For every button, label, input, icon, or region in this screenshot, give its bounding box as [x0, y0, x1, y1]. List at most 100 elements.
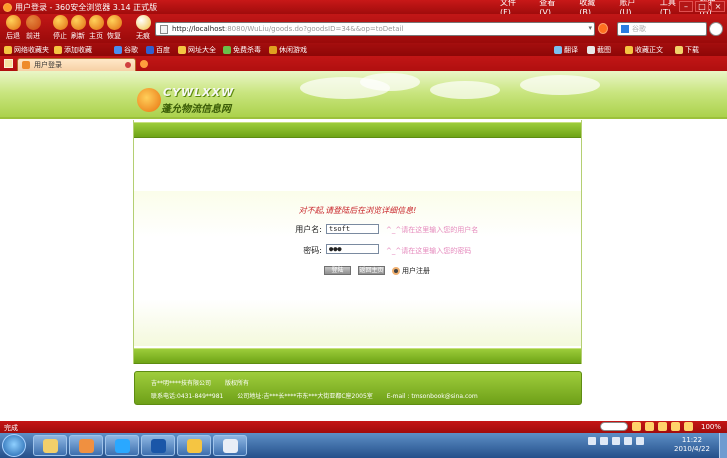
task-ie[interactable] [105, 435, 139, 456]
save-article-button[interactable]: 收藏正文 [625, 45, 663, 55]
folder-icon [43, 439, 58, 453]
network-icon[interactable] [612, 437, 620, 445]
tray-app-icon[interactable] [636, 437, 644, 445]
security-icon[interactable] [632, 422, 641, 431]
username-label: 用户名: [295, 225, 322, 234]
address-bar[interactable]: http://localhost:8080/WuLiu/goods.do?goo… [155, 22, 595, 36]
back-label: 后退 [6, 32, 20, 40]
tab-title: 用户登录 [34, 61, 62, 69]
article-icon [625, 46, 633, 54]
task-media[interactable] [69, 435, 103, 456]
maximize-icon[interactable]: □ [695, 1, 709, 12]
page-list-icon[interactable] [4, 59, 13, 68]
password-field[interactable]: ●●● [326, 244, 379, 254]
go-icon[interactable] [598, 23, 608, 34]
incognito-label: 无痕 [136, 32, 150, 40]
tab-bar: 用户登录 [0, 56, 727, 71]
screenshot-button[interactable]: 截图 [587, 45, 611, 55]
show-desktop-button[interactable] [719, 433, 727, 458]
stop-label: 停止 [53, 32, 67, 40]
status-icons [600, 422, 693, 431]
clock-time: 11:22 [681, 436, 703, 444]
baidu-icon [146, 46, 154, 54]
password-hint: ^_^请在这里输入您的密码 [386, 247, 472, 255]
banner-divider [0, 117, 727, 119]
register-link[interactable]: 用户注册 [392, 266, 430, 276]
site-logo[interactable]: CYWLXXW 蓬允物流信息网 [137, 86, 247, 116]
fav-games[interactable]: 休闲游戏 [269, 45, 307, 55]
forward-button[interactable]: 前进 [22, 15, 44, 41]
logo-text-en: CYWLXXW [163, 86, 235, 99]
task-app[interactable] [141, 435, 175, 456]
task-document[interactable] [213, 435, 247, 456]
google-icon [114, 46, 122, 54]
close-icon[interactable]: × [711, 1, 725, 12]
window-icon[interactable] [658, 422, 667, 431]
minimize-icon[interactable]: – [679, 1, 693, 12]
media-player-icon [79, 439, 94, 453]
taskbar: 11:22 2010/4/22 [0, 433, 727, 458]
status-bar: 完成 100% [0, 421, 727, 433]
restore-button[interactable]: 恢复 [103, 15, 125, 41]
browser-360-icon [187, 439, 202, 453]
language-icon[interactable] [588, 437, 596, 445]
fav-label: 百度 [156, 46, 170, 54]
fav-label: 谷歌 [124, 46, 138, 54]
back-button[interactable]: 后退 [2, 15, 24, 41]
refresh-label: 刷新 [71, 32, 85, 40]
login-button[interactable]: 登陆 [324, 266, 351, 275]
footer-address: 公司地址:吉***长****市东***大街亚都C座2005室 [237, 393, 373, 400]
tool-label: 翻译 [564, 46, 578, 54]
content-frame: 对不起,请登陆后在浏览详细信息! 用户名: tsoft ^_^请在这里输入您的用… [133, 120, 582, 364]
download-icon [675, 46, 683, 54]
music-icon[interactable] [684, 422, 693, 431]
google-icon [621, 25, 629, 33]
start-button[interactable] [2, 434, 26, 457]
fav-network[interactable]: 网络收藏夹 [4, 45, 49, 55]
download-button[interactable]: 下载 [675, 45, 699, 55]
fav-google[interactable]: 谷歌 [114, 45, 138, 55]
search-icon[interactable] [709, 22, 723, 36]
password-label: 密码: [303, 246, 322, 255]
logo-swirl-icon [137, 88, 161, 112]
username-field[interactable]: tsoft [326, 224, 379, 234]
fav-antivirus[interactable]: 免费杀毒 [223, 45, 261, 55]
scissors-icon [587, 46, 595, 54]
cloud-decoration [520, 75, 600, 95]
window-title: 用户登录 - 360安全浏览器 3.14 正式版 [15, 2, 158, 12]
download-status-icon[interactable] [645, 422, 654, 431]
new-tab-icon[interactable] [140, 60, 148, 68]
cloud-decoration [430, 81, 500, 99]
mode-toggle-icon[interactable] [600, 422, 628, 431]
app-icon [151, 439, 166, 453]
task-browser[interactable] [177, 435, 211, 456]
fav-baidu[interactable]: 百度 [146, 45, 170, 55]
zoom-level[interactable]: 100% [701, 423, 721, 431]
window-controls: – □ × [679, 1, 725, 12]
browser-logo-icon [3, 2, 12, 12]
fav-add[interactable]: 添加收藏 [54, 45, 92, 55]
system-tray [588, 437, 644, 445]
volume-icon[interactable] [624, 437, 632, 445]
network-favorites-icon [4, 46, 12, 54]
user-icon [392, 267, 400, 275]
go-buttons [598, 23, 608, 34]
address-dropdown-icon[interactable]: ▾ [588, 24, 592, 32]
incognito-button[interactable]: 无痕 [132, 15, 154, 41]
tool-label: 下载 [685, 46, 699, 54]
tab-close-icon[interactable] [125, 62, 131, 68]
tab-favicon-icon [22, 61, 30, 69]
tool-label: 收藏正文 [635, 46, 663, 54]
tab-user-login[interactable]: 用户登录 [17, 58, 136, 71]
sound-icon[interactable] [671, 422, 680, 431]
fav-sites[interactable]: 网址大全 [178, 45, 216, 55]
search-input[interactable]: 谷歌 [617, 22, 707, 36]
fav-label: 添加收藏 [64, 46, 92, 54]
flag-icon[interactable] [600, 437, 608, 445]
tool-label: 截图 [597, 46, 611, 54]
task-explorer[interactable] [33, 435, 67, 456]
clock[interactable]: 11:22 2010/4/22 [674, 436, 710, 454]
back-home-button[interactable]: 返回主页 [358, 266, 385, 275]
translate-button[interactable]: 翻译 [554, 45, 578, 55]
clock-date: 2010/4/22 [674, 445, 710, 453]
